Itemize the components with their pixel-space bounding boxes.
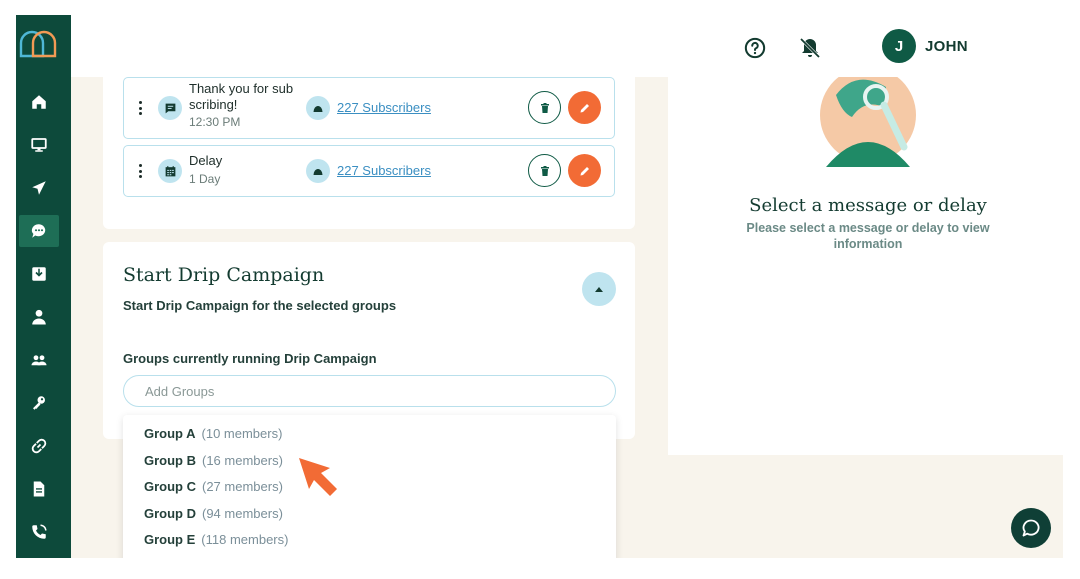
sidebar-item-links[interactable] — [19, 430, 59, 462]
send-icon — [32, 181, 46, 195]
sidebar-item-groups[interactable] — [19, 344, 59, 376]
group-option-b[interactable]: Group B (16 members) — [144, 453, 283, 468]
chat-support-button[interactable] — [1011, 508, 1051, 548]
delay-row[interactable]: Delay 1 Day 227 Subscribers — [123, 145, 615, 197]
link-icon — [31, 438, 47, 454]
group-name: Group B — [144, 453, 196, 468]
empty-state-title: Select a message or delay — [749, 195, 987, 216]
home-icon — [32, 95, 46, 109]
group-members: (118 members) — [201, 532, 289, 547]
drip-campaign-card: Start Drip Campaign Start Drip Campaign … — [103, 242, 635, 439]
detail-panel: Select a message or delay Please select … — [668, 77, 1063, 455]
group-icon — [31, 355, 47, 366]
group-option-a[interactable]: Group A (10 members) — [144, 426, 282, 441]
sidebar-item-user[interactable] — [19, 301, 59, 333]
logo-icon[interactable] — [18, 29, 58, 59]
app-frame: J JOHN Thank you for sub scribing! 12:30… — [16, 15, 1063, 558]
drip-campaign-title: Start Drip Campaign — [123, 264, 325, 286]
key-icon — [33, 396, 45, 410]
calendar-icon — [158, 159, 182, 183]
sidebar-item-send[interactable] — [19, 172, 59, 204]
group-option-d[interactable]: Group D (94 members) — [144, 506, 283, 521]
message-row[interactable]: Thank you for sub scribing! 12:30 PM 227… — [123, 77, 615, 139]
delay-title: Delay — [189, 153, 223, 168]
add-groups-input[interactable] — [123, 375, 616, 407]
delete-button[interactable] — [528, 91, 561, 124]
notifications-off-icon[interactable] — [798, 36, 822, 60]
trash-icon — [540, 165, 549, 176]
inbox-icon — [32, 267, 46, 281]
sidebar-item-monitor[interactable] — [19, 129, 59, 161]
caret-up-icon — [595, 287, 603, 292]
pencil-icon — [580, 103, 589, 112]
group-option-c[interactable]: Group C (27 members) — [144, 479, 283, 494]
person-magnifier-illustration — [820, 77, 916, 167]
groups-label: Groups currently running Drip Campaign — [123, 351, 377, 366]
subscribers-link[interactable]: 227 Subscribers — [337, 100, 431, 115]
message-time: 12:30 PM — [189, 115, 241, 129]
speech-bubble-icon — [1022, 519, 1040, 537]
avatar[interactable]: J — [882, 29, 916, 63]
delete-button[interactable] — [528, 154, 561, 187]
row-menu-icon[interactable] — [139, 164, 143, 178]
sidebar-item-chat[interactable] — [19, 215, 59, 247]
collapse-button[interactable] — [582, 272, 616, 306]
delay-duration: 1 Day — [189, 172, 221, 186]
user-icon — [32, 309, 46, 325]
pencil-icon — [580, 166, 589, 175]
drip-campaign-subtitle: Start Drip Campaign for the selected gro… — [123, 298, 397, 313]
group-members: (94 members) — [202, 506, 283, 521]
sidebar-item-documents[interactable] — [19, 473, 59, 505]
help-icon[interactable] — [744, 37, 766, 59]
subscribers-link[interactable]: 227 Subscribers — [337, 163, 431, 178]
edit-button[interactable] — [568, 154, 601, 187]
trash-icon — [540, 102, 549, 113]
sidebar-item-phone[interactable] — [19, 516, 59, 548]
group-members: (16 members) — [202, 453, 283, 468]
sidebar-item-home[interactable] — [19, 86, 59, 118]
messages-card: Thank you for sub scribing! 12:30 PM 227… — [103, 77, 635, 229]
sidebar-item-keys[interactable] — [19, 387, 59, 419]
edit-button[interactable] — [568, 91, 601, 124]
pointer-arrow-icon — [299, 458, 337, 496]
empty-state-description: Please select a message or delay to view… — [746, 221, 990, 251]
document-icon — [33, 481, 45, 497]
group-option-e[interactable]: Group E (118 members) — [144, 532, 288, 547]
sidebar-item-inbox[interactable] — [19, 258, 59, 290]
username-label[interactable]: JOHN — [925, 38, 968, 55]
subscribers-icon — [306, 96, 330, 120]
group-name: Group D — [144, 506, 196, 521]
phone-icon — [32, 524, 47, 539]
group-name: Group C — [144, 479, 196, 494]
message-icon — [158, 96, 182, 120]
monitor-icon — [31, 138, 47, 152]
chat-icon — [31, 224, 46, 238]
group-members: (27 members) — [202, 479, 283, 494]
message-title-line1: Thank you for sub — [189, 81, 294, 96]
subscribers-icon — [306, 159, 330, 183]
group-name: Group E — [144, 532, 196, 547]
row-menu-icon[interactable] — [139, 101, 143, 115]
group-name: Group A — [144, 426, 196, 441]
sidebar — [16, 15, 71, 558]
top-bar: J JOHN — [71, 15, 1063, 77]
groups-dropdown: Group A (10 members) Group B (16 members) … — [123, 415, 616, 558]
message-title-line2: scribing! — [189, 97, 238, 112]
group-members: (10 members) — [201, 426, 283, 441]
